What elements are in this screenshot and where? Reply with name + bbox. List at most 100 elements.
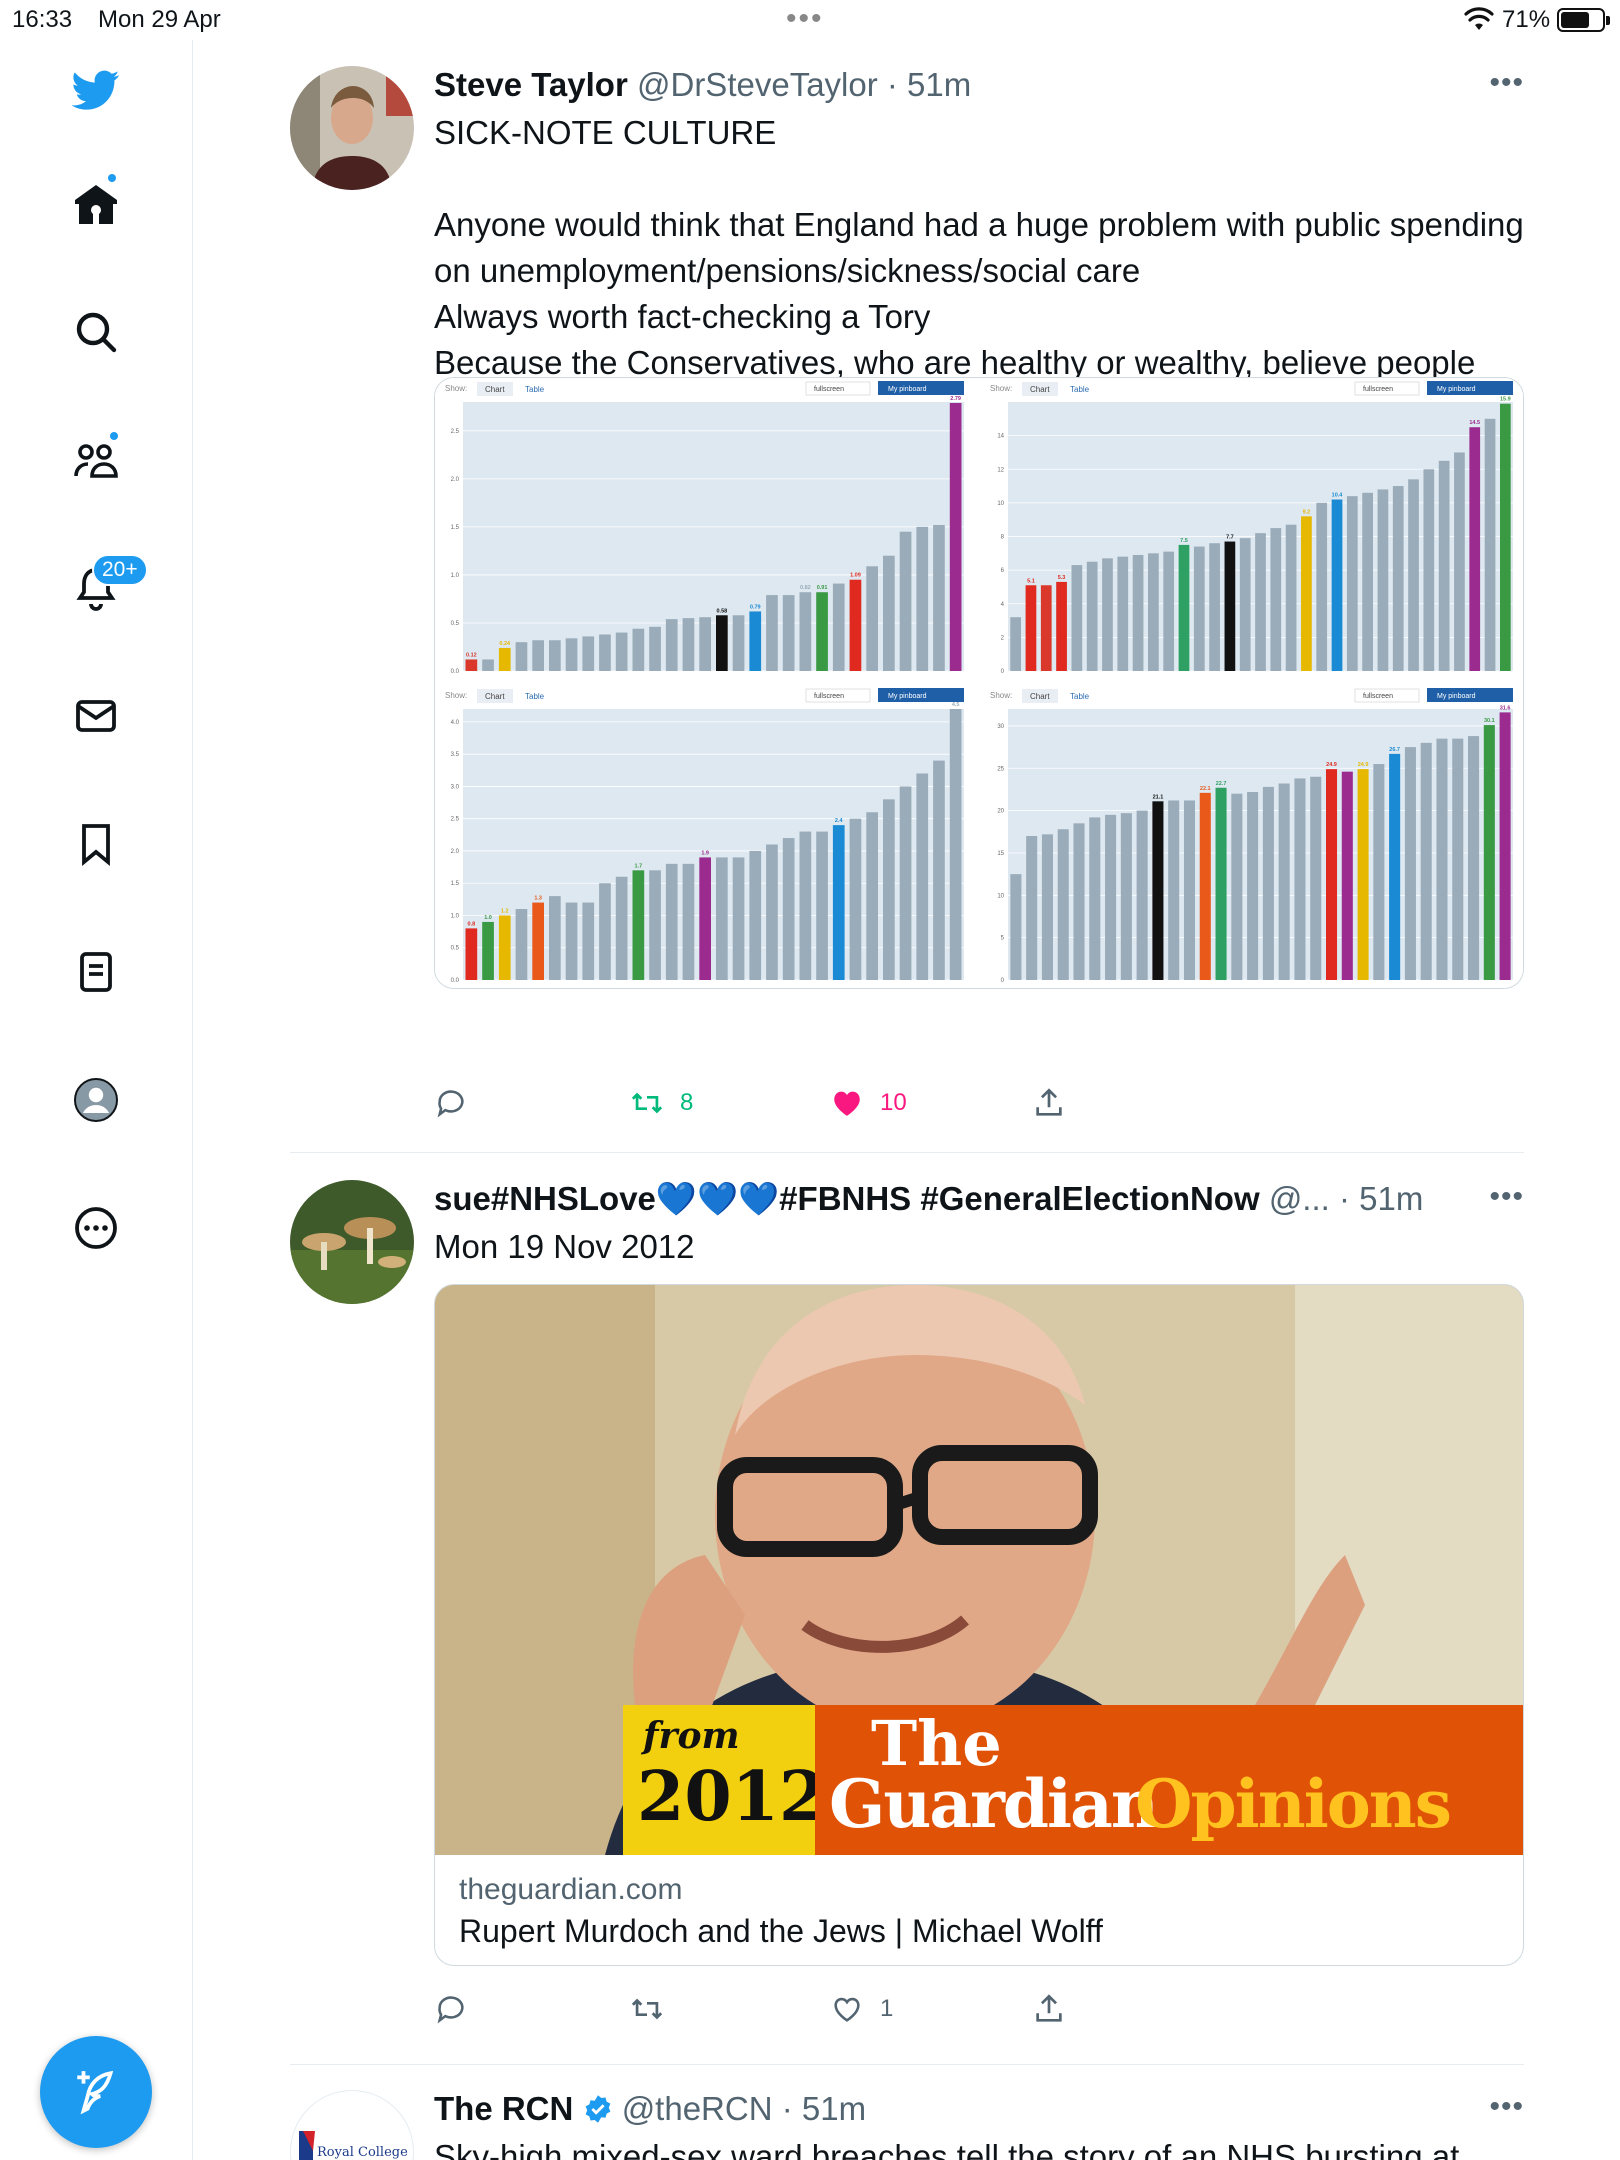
- tweet-text: Sky-high mixed-sex ward breaches tell th…: [434, 2138, 1460, 2160]
- home-unread-dot: [106, 172, 118, 184]
- reply-button[interactable]: [434, 1086, 468, 1120]
- heart-filled-icon: [834, 1091, 860, 1116]
- chart-data-label: 7.7: [1226, 535, 1234, 541]
- tweet-1[interactable]: Steve Taylor @DrSteveTaylor · 51m ••• SI…: [290, 66, 1524, 1126]
- search-icon[interactable]: [58, 294, 134, 370]
- chart-image-4[interactable]: Show: Chart Table fullscreen My pinboard 0 5 10…: [980, 685, 1523, 988]
- display-name[interactable]: The RCN: [434, 2090, 573, 2127]
- chart-bar: [532, 902, 544, 980]
- user-handle[interactable]: @...: [1269, 1180, 1330, 1217]
- chart-bar: [1056, 581, 1067, 671]
- display-name[interactable]: Steve Taylor: [434, 66, 628, 103]
- tweet-more-icon[interactable]: •••: [1489, 66, 1524, 100]
- chart-data-label: 0.24: [499, 641, 511, 647]
- chart-y-tick-label: 10: [997, 893, 1004, 899]
- chart-bar: [565, 638, 578, 671]
- guardian-opinions-banner: The Guardian Opinions: [815, 1705, 1523, 1855]
- twitter-logo-icon[interactable]: [58, 52, 134, 128]
- avatar[interactable]: [290, 66, 414, 190]
- chart-y-tick-label: 1.0: [451, 913, 460, 919]
- chart-data-label: 10.4: [1332, 493, 1344, 499]
- chart-bar: [766, 844, 778, 980]
- compose-tweet-button[interactable]: [40, 2036, 152, 2148]
- chart-bar: [1483, 725, 1495, 980]
- link-card-image[interactable]: from 2012 The Guardian Opinions: [435, 1285, 1523, 1855]
- chart-data-label: 1.9: [701, 850, 709, 856]
- tweet-actions: 8 10: [434, 1086, 1334, 1126]
- tweet-image-grid[interactable]: Show: Chart Table fullscreen My pinboard 0.0 0…: [434, 377, 1524, 989]
- tweet-divider: [290, 2064, 1524, 2065]
- chart-bar: [832, 825, 845, 980]
- chart-data-label: 0.91: [817, 585, 828, 591]
- chart-y-tick-label: 1.0: [451, 573, 460, 579]
- chart-data-label: 2.4: [835, 818, 844, 824]
- chart-bar: [1168, 800, 1180, 980]
- avatar[interactable]: [290, 1180, 414, 1304]
- messages-envelope-icon[interactable]: [58, 678, 134, 754]
- chart-bar: [699, 857, 711, 980]
- chart-bar: [949, 709, 962, 980]
- chart-data-label: 24.9: [1326, 762, 1337, 768]
- tweet-header: The RCN @theRCN · 51m: [434, 2090, 866, 2128]
- more-options-icon[interactable]: [58, 1190, 134, 1266]
- share-button[interactable]: [1032, 1992, 1066, 2026]
- like-button[interactable]: 10: [830, 1086, 907, 1120]
- chart-bar: [732, 615, 745, 671]
- chart-image-2[interactable]: Show: Chart Table fullscreen My pinboard 0 2 4 6…: [980, 378, 1523, 681]
- multitasking-dots-icon[interactable]: •••: [786, 2, 824, 36]
- chart-bar: [883, 799, 895, 980]
- chart-bar: [866, 566, 878, 671]
- chart-y-tick-label: 0.5: [451, 621, 460, 627]
- chart-y-tick-label: 4.0: [451, 720, 460, 726]
- chart-y-tick-label: 5: [1001, 936, 1005, 942]
- chart-data-label: 7.5: [1180, 538, 1188, 544]
- chart-bar: [1178, 544, 1190, 671]
- home-icon[interactable]: [58, 166, 134, 242]
- chart-y-tick-label: 8: [1001, 535, 1005, 541]
- chart-show-label: Show:: [445, 691, 467, 700]
- tweet-more-icon[interactable]: •••: [1489, 2090, 1524, 2124]
- chart-bar: [1278, 783, 1290, 980]
- display-name[interactable]: sue#NHSLove💙💙💙#FBNHS #GeneralElectionNow: [434, 1180, 1260, 1217]
- user-handle[interactable]: @theRCN: [622, 2090, 773, 2127]
- like-button[interactable]: 1: [830, 1992, 893, 2026]
- retweet-button[interactable]: [630, 1992, 680, 2026]
- tweet-time[interactable]: · 51m: [1339, 1180, 1423, 1217]
- reply-button[interactable]: [434, 1992, 468, 2026]
- lists-icon[interactable]: [58, 934, 134, 1010]
- bookmarks-icon[interactable]: [58, 806, 134, 882]
- share-button[interactable]: [1032, 1086, 1066, 1120]
- tweet-2[interactable]: sue#NHSLove💙💙💙#FBNHS #GeneralElectionNow…: [290, 1180, 1524, 2040]
- chart-y-tick-label: 0: [1001, 669, 1005, 675]
- share-icon: [1036, 1088, 1062, 1116]
- chart-y-tick-label: 0.5: [451, 946, 460, 952]
- avatar[interactable]: Royal College: [290, 2090, 414, 2160]
- chart-bar: [1152, 801, 1164, 980]
- tweet-time[interactable]: · 51m: [887, 66, 971, 103]
- tweet-time[interactable]: · 51m: [782, 2090, 866, 2127]
- tweet-actions: 1: [434, 1992, 1334, 2032]
- chart-bar: [1148, 553, 1159, 671]
- status-date: Mon 29 Apr: [98, 6, 221, 33]
- chart-data-label: 0.79: [750, 604, 761, 610]
- user-handle[interactable]: @DrSteveTaylor: [637, 66, 878, 103]
- chart-image-1[interactable]: Show: Chart Table fullscreen My pinboard 0.0 0…: [435, 378, 976, 681]
- retweet-button[interactable]: 8: [630, 1086, 693, 1120]
- chart-bar: [816, 831, 828, 980]
- chart-image-3[interactable]: Show: Chart Table fullscreen My pinboard 0.0 0…: [435, 685, 976, 988]
- chart-data-label: 1.2: [501, 908, 509, 914]
- chart-y-tick-label: 0.0: [451, 978, 460, 984]
- chart-bar: [615, 632, 628, 671]
- chart-data-label: 0.12: [466, 652, 477, 658]
- retweet-icon: [631, 1092, 663, 1114]
- chart-y-tick-label: 25: [997, 766, 1004, 772]
- link-card[interactable]: from 2012 The Guardian Opinions theguard…: [434, 1284, 1524, 1966]
- chart-data-label: 5.3: [1058, 575, 1066, 581]
- communities-icon[interactable]: [58, 422, 134, 498]
- chart-bar: [1436, 738, 1448, 980]
- tweet-more-icon[interactable]: •••: [1489, 1180, 1524, 1214]
- chart-bar: [665, 863, 678, 980]
- tweet-3[interactable]: Royal College The RCN @theRCN · 51m ••• …: [290, 2090, 1524, 2160]
- profile-avatar-icon[interactable]: [58, 1062, 134, 1138]
- notifications-bell-icon[interactable]: 20+: [58, 550, 148, 626]
